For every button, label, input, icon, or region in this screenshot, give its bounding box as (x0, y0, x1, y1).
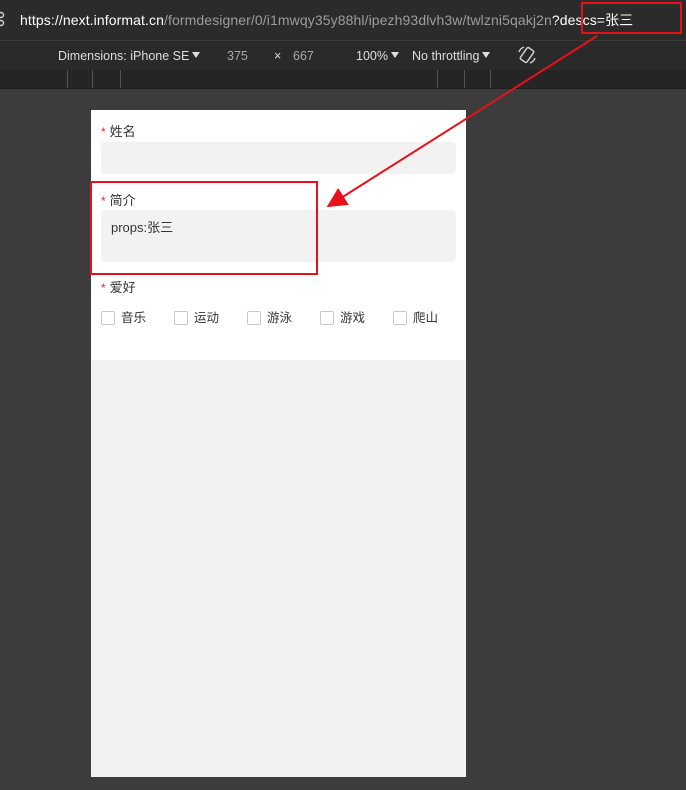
annotation-arrow (326, 35, 598, 208)
